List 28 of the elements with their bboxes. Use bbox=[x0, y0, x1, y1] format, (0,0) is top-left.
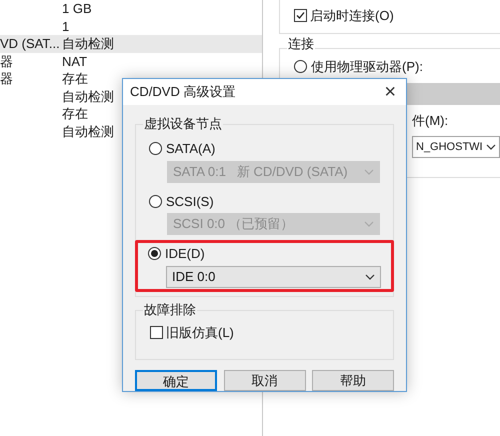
list-row[interactable]: VD (SAT... 自动检测 bbox=[0, 35, 262, 52]
device-summary: 自动检测 bbox=[62, 35, 114, 53]
dialog-button[interactable]: 确定 bbox=[135, 370, 217, 390]
dialog-button[interactable]: 帮助 bbox=[312, 370, 394, 390]
radio-label: SATA(A) bbox=[166, 140, 216, 158]
iso-label: 件(M): bbox=[412, 112, 450, 130]
radio-label: IDE(D) bbox=[165, 245, 205, 263]
device-summary: 存在 bbox=[62, 70, 88, 88]
device-summary: 存在 bbox=[62, 105, 88, 123]
radio-label: 使用物理驱动器(P): bbox=[311, 58, 423, 76]
device-name: 器 bbox=[0, 71, 13, 86]
list-row[interactable]: 器 NAT bbox=[0, 52, 262, 70]
iso-path-select[interactable]: N_GHOSTWI bbox=[412, 136, 500, 158]
node-select[interactable]: IDE 0:0 bbox=[166, 266, 381, 288]
checkbox-label: 旧版仿真(L) bbox=[166, 324, 234, 342]
radio-label: SCSI(S) bbox=[166, 192, 214, 211]
checkbox-label: 启动时连接(O) bbox=[310, 6, 394, 25]
dialog-button[interactable]: 取消 bbox=[224, 370, 306, 390]
device-summary: 1 GB bbox=[62, 0, 92, 18]
device-name: VD (SAT... bbox=[0, 36, 60, 51]
close-button[interactable]: × bbox=[380, 82, 400, 102]
list-row[interactable]: 1 bbox=[0, 18, 262, 35]
device-name: 器 bbox=[0, 54, 13, 68]
group-title: 虚拟设备节点 bbox=[143, 114, 223, 134]
dialog-title: CD/DVD 高级设置 bbox=[130, 83, 236, 102]
list-row[interactable]: 1 GB bbox=[0, 0, 262, 18]
device-summary: NAT bbox=[62, 52, 88, 70]
device-summary: 1 bbox=[62, 18, 70, 36]
